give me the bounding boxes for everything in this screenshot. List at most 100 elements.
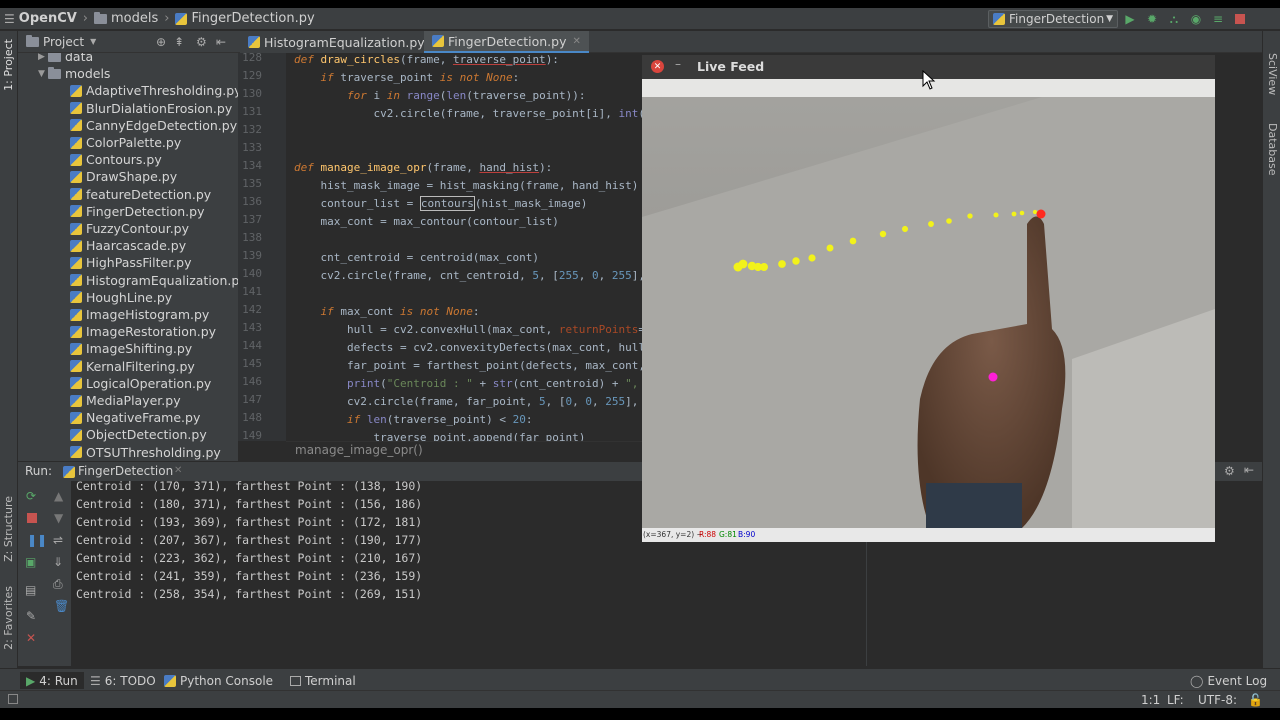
tab-histogram-equalization[interactable]: HistogramEqualization.py: [240, 31, 433, 53]
editor-breadcrumb[interactable]: manage_image_opr(): [286, 441, 642, 459]
tree-file[interactable]: ColorPalette.py: [70, 134, 181, 151]
tree-file[interactable]: featureDetection.py: [70, 186, 211, 203]
console-line: Centroid : (223, 362), farthest Point : …: [76, 551, 423, 565]
stop-icon[interactable]: [1232, 11, 1248, 27]
camera-frame: [642, 79, 1215, 528]
tree-folder[interactable]: ▼ models: [38, 65, 110, 82]
menu-icon[interactable]: ☰: [4, 12, 15, 26]
print-icon[interactable]: ⎙: [53, 577, 63, 592]
tree-item-label: ObjectDetection.py: [86, 427, 207, 443]
editor-gutter: 128 129 130 131 132 133 134 135 136 137 138 139 140 1…: [238, 51, 286, 442]
tree-file[interactable]: ObjectDetection.py: [70, 426, 207, 443]
tree-file[interactable]: CannyEdgeDetection.py: [70, 117, 237, 134]
target-icon[interactable]: ⊕: [156, 35, 166, 49]
chevron-down-icon[interactable]: ▼: [38, 69, 48, 79]
tree-file[interactable]: AdaptiveThresholding.py: [70, 82, 238, 99]
project-panel-title[interactable]: Project: [43, 35, 84, 49]
tree-file[interactable]: DrawShape.py: [70, 168, 177, 185]
breadcrumb-file[interactable]: FingerDetection.py: [191, 11, 314, 26]
minimize-icon[interactable]: –: [675, 57, 681, 71]
file-encoding[interactable]: UTF-8:: [1198, 693, 1237, 707]
todo-icon: ☰: [90, 673, 101, 688]
tab-terminal[interactable]: Terminal: [284, 672, 362, 689]
chevron-right-icon[interactable]: ▶: [38, 53, 48, 62]
tree-file[interactable]: OTSUThresholding.py: [70, 444, 221, 461]
caret-position[interactable]: 1:1: [1141, 693, 1160, 707]
tab-event-log[interactable]: ◯ Event Log: [1184, 672, 1273, 689]
code-editor[interactable]: def draw_circles(frame, traverse_point):…: [286, 53, 642, 441]
gear-icon[interactable]: ⚙: [1224, 464, 1235, 478]
sciview-tool-tab[interactable]: SciView: [1266, 53, 1279, 95]
line-number: 142: [242, 303, 262, 316]
tree-file[interactable]: LogicalOperation.py: [70, 375, 211, 392]
tab-python-console[interactable]: Python Console: [158, 672, 279, 689]
chevron-down-icon[interactable]: ▼: [90, 37, 96, 46]
close-icon[interactable]: ✕: [26, 631, 36, 645]
run-configuration-select[interactable]: FingerDetection ▼: [988, 10, 1118, 28]
run-tab-label[interactable]: FingerDetection: [78, 464, 173, 478]
coverage-icon[interactable]: ⛬: [1166, 11, 1182, 27]
breadcrumb-folder[interactable]: models: [111, 11, 158, 26]
profile-icon[interactable]: ◉: [1188, 11, 1204, 27]
arrow-down-icon[interactable]: ▼: [54, 511, 63, 525]
collapse-icon[interactable]: ⇞: [174, 35, 184, 49]
tree-item-label: NegativeFrame.py: [86, 410, 201, 426]
project-tool-tab[interactable]: 1: Project: [2, 39, 15, 91]
tree-file[interactable]: HistogramEqualization.py: [70, 272, 238, 289]
favorites-tool-tab[interactable]: 2: Favorites: [2, 586, 15, 650]
database-tool-tab[interactable]: Database: [1266, 123, 1279, 176]
concurrency-icon[interactable]: ≡: [1210, 11, 1226, 27]
debug-icon[interactable]: ✹: [1144, 11, 1160, 27]
tree-file[interactable]: HighPassFilter.py: [70, 254, 192, 271]
close-icon[interactable]: ✕: [572, 36, 580, 47]
tree-item-label: MediaPlayer.py: [86, 393, 181, 408]
close-icon[interactable]: ✕: [651, 60, 664, 73]
pin-icon[interactable]: ✎: [26, 609, 36, 623]
breadcrumb-project[interactable]: OpenCV: [19, 11, 77, 26]
tree-file[interactable]: NegativeFrame.py: [70, 409, 200, 426]
tree-file[interactable]: ImageRestoration.py: [70, 323, 216, 340]
line-separator[interactable]: LF:: [1167, 693, 1184, 707]
stop-icon[interactable]: [27, 513, 37, 523]
gear-icon[interactable]: ⚙: [196, 35, 207, 49]
tree-file[interactable]: ImageShifting.py: [70, 340, 192, 357]
tab-finger-detection[interactable]: FingerDetection.py ✕: [424, 31, 589, 53]
event-log-icon: ◯: [1190, 673, 1204, 688]
tab-run-label: 4: Run: [39, 673, 78, 688]
tree-file[interactable]: ImageHistogram.py: [70, 306, 209, 323]
run-icon[interactable]: ▶: [1122, 11, 1138, 27]
rerun-icon[interactable]: ⟳: [26, 489, 36, 503]
soft-wrap-icon[interactable]: ⇌: [53, 533, 63, 547]
line-number: 129: [242, 69, 262, 82]
tree-file[interactable]: MediaPlayer.py: [70, 392, 181, 409]
tree-file[interactable]: FuzzyContour.py: [70, 220, 189, 237]
arrow-up-icon[interactable]: ▲: [54, 489, 63, 503]
console-line: Centroid : (207, 367), farthest Point : …: [76, 533, 423, 547]
layout-toggle-icon[interactable]: [8, 694, 18, 704]
tab-todo[interactable]: ☰ 6: TODO: [84, 672, 162, 689]
structure-tool-tab[interactable]: Z: Structure: [2, 496, 15, 562]
tree-file[interactable]: FingerDetection.py: [70, 203, 204, 220]
tree-folder[interactable]: ▶ data: [38, 53, 93, 65]
tree-item-label: Contours.py: [86, 152, 162, 168]
scroll-to-end-icon[interactable]: ⇓: [53, 555, 63, 569]
python-file-icon: [70, 291, 82, 304]
close-icon[interactable]: ✕: [174, 465, 182, 476]
tree-file[interactable]: Contours.py: [70, 151, 162, 168]
tree-file[interactable]: KernalFiltering.py: [70, 358, 195, 375]
tree-file[interactable]: Haarcascade.py: [70, 237, 186, 254]
tree-file[interactable]: HoughLine.py: [70, 289, 172, 306]
line-number: 130: [242, 87, 262, 100]
restore-layout-icon[interactable]: ▣: [25, 555, 36, 569]
tree-file[interactable]: BlurDialationErosion.py: [70, 100, 232, 117]
tree-item-label: ImageHistogram.py: [86, 307, 210, 322]
layout-icon[interactable]: ▤: [25, 583, 36, 597]
pause-icon[interactable]: ❚❚: [27, 533, 47, 547]
hide-icon[interactable]: ⇤: [1244, 463, 1254, 477]
hide-icon[interactable]: ⇤: [216, 35, 226, 49]
traverse-point: [808, 254, 816, 262]
tab-run[interactable]: ▶ 4: Run: [20, 672, 84, 689]
trash-icon[interactable]: 🗑: [54, 599, 69, 613]
tab-label: HistogramEqualization.py: [264, 34, 425, 50]
lock-icon[interactable]: 🔓: [1248, 693, 1263, 707]
